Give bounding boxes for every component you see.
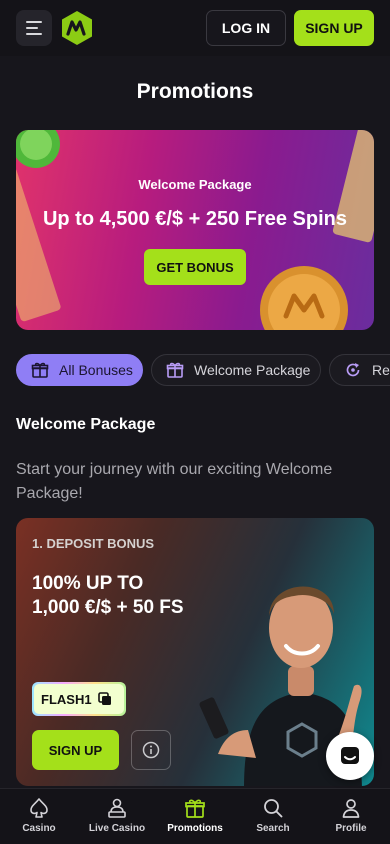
- banner-kicker: Welcome Package: [138, 177, 252, 192]
- deposit-kicker: 1. DEPOSIT BONUS: [32, 536, 155, 551]
- nav-label: Profile: [335, 823, 367, 834]
- chip-label: All Bonuses: [59, 362, 133, 378]
- chip-welcome-package[interactable]: Welcome Package: [151, 354, 321, 386]
- nav-casino[interactable]: Casino: [0, 797, 78, 834]
- signup-button[interactable]: SIGN UP: [294, 10, 374, 46]
- reload-icon: [346, 363, 360, 377]
- deposit-bonus-card[interactable]: 1. DEPOSIT BONUS 100% UP TO 1,000 €/$ + …: [16, 518, 374, 786]
- promo-code-chip[interactable]: FLASH1: [32, 682, 126, 716]
- dealer-icon: [108, 798, 126, 818]
- gift-icon: [31, 362, 49, 378]
- nav-label: Casino: [22, 823, 56, 834]
- card-signup-button[interactable]: SIGN UP: [32, 730, 119, 770]
- search-icon: [264, 799, 283, 818]
- welcome-banner[interactable]: Welcome Package Up to 4,500 €/$ + 250 Fr…: [16, 130, 374, 330]
- nav-promotions[interactable]: Promotions: [156, 797, 234, 834]
- nav-search[interactable]: Search: [234, 797, 312, 834]
- top-bar: LOG IN SIGN UP: [0, 0, 390, 56]
- gift-box-icon: [166, 362, 184, 378]
- brand-logo[interactable]: [60, 10, 94, 46]
- nav-label: Live Casino: [88, 823, 146, 834]
- page-title: Promotions: [136, 80, 254, 103]
- get-bonus-button[interactable]: GET BONUS: [144, 249, 246, 285]
- deposit-title-line2: 1,000 €/$ + 50 FS: [32, 597, 184, 618]
- promo-code: FLASH1: [41, 691, 92, 707]
- deposit-title-line1: 100% UP TO: [32, 573, 144, 594]
- menu-icon[interactable]: [16, 10, 52, 46]
- info-button[interactable]: [131, 730, 171, 770]
- nav-label: Search: [256, 823, 290, 834]
- chat-icon: [341, 747, 359, 764]
- spade-icon: [30, 798, 48, 818]
- info-icon: [142, 741, 160, 759]
- gift-icon: [185, 799, 205, 818]
- section-title: Welcome Package: [16, 416, 156, 433]
- bottom-nav: Casino Live Casino Promotions Search Pro…: [0, 788, 390, 844]
- login-button[interactable]: LOG IN: [206, 10, 286, 46]
- copy-icon[interactable]: [97, 692, 112, 706]
- nav-profile[interactable]: Profile: [312, 797, 390, 834]
- banner-headline: Up to 4,500 €/$ + 250 Free Spins: [42, 208, 348, 230]
- chat-support-button[interactable]: [326, 732, 374, 780]
- nav-live-casino[interactable]: Live Casino: [78, 797, 156, 834]
- section-description: Start your journey with our exciting Wel…: [16, 461, 333, 502]
- nav-label: Promotions: [167, 823, 223, 834]
- chip-label: Rel: [372, 362, 390, 378]
- chip-all-bonuses[interactable]: All Bonuses: [16, 354, 143, 386]
- bonus-filter-bar: All Bonuses Welcome Package Rel: [16, 354, 390, 386]
- chip-label: Welcome Package: [194, 362, 311, 378]
- user-icon: [342, 799, 360, 818]
- chip-reload[interactable]: Rel: [329, 354, 390, 386]
- deposit-title: 100% UP TO 1,000 €/$ + 50 FS: [32, 572, 222, 620]
